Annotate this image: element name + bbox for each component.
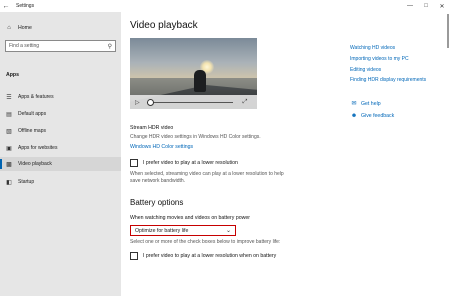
chevron-down-icon: ⌄ [225,228,231,234]
battery-label: When watching movies and videos on batte… [130,215,250,221]
sidebar: ⌂ Home Find a setting ⚲ Apps ☰ Apps & fe… [0,12,121,296]
checkbox-label: I prefer video to play at a lower resolu… [143,160,238,166]
video-progress-track[interactable] [146,98,233,106]
help-icon: ✉ [351,101,357,107]
video-person [194,70,206,92]
sidebar-item-startup[interactable]: ◧ Startup [0,175,121,189]
video-preview: ▷ ⤢ [130,38,257,109]
sidebar-home[interactable]: ⌂ Home [0,22,121,34]
search-input[interactable]: Find a setting ⚲ [5,40,116,52]
video-progress-thumb[interactable] [146,98,154,106]
sidebar-home-label: Home [18,25,32,31]
main-content: Video playback ▷ ⤢ Stream HDR video Chan… [121,0,450,296]
fullscreen-icon[interactable]: ⤢ [243,99,248,106]
battery-options-heading: Battery options [130,198,184,207]
stream-hdr-label: Stream HDR video [130,125,174,131]
search-placeholder: Find a setting [9,43,40,49]
lower-res-desc-2: save network bandwidth. [130,178,186,184]
website-icon: ▣ [6,145,12,152]
page-title: Video playback [130,20,198,31]
related-link-hdr-requirements[interactable]: Finding HDR display requirements [350,77,426,83]
give-feedback-label: Give feedback [361,113,395,119]
give-feedback-link[interactable]: ☻ Give feedback [350,113,394,119]
get-help-label: Get help [361,100,381,107]
related-link-importing-videos[interactable]: Importing videos to my PC [350,56,409,62]
hd-color-settings-link[interactable]: Windows HD Color settings [130,144,193,150]
battery-lower-res-checkbox[interactable]: I prefer video to play at a lower resolu… [130,252,276,260]
settings-window: ← Settings — □ ✕ ⌂ Home Find a setting ⚲… [0,0,450,296]
list-icon: ☰ [6,94,12,101]
checkbox-label: I prefer video to play at a lower resolu… [143,253,277,259]
map-icon: ▧ [6,128,12,135]
lower-res-desc-1: When selected, streaming video can play … [130,171,284,177]
sidebar-item-label: Default apps [18,111,47,117]
sidebar-item-label: Video playback [18,161,52,167]
default-apps-icon: ▤ [6,111,12,118]
sidebar-item-video-playback[interactable]: ▩ Video playback [0,157,121,171]
sidebar-item-offline-maps[interactable]: ▧ Offline maps [0,124,121,138]
get-help-link[interactable]: ✉ Get help [350,100,381,108]
battery-desc: Select one or more of the check boxes be… [130,239,281,245]
lower-res-checkbox[interactable]: I prefer video to play at a lower resolu… [130,159,238,167]
sidebar-item-label: Startup [18,179,35,185]
sidebar-item-label: Offline maps [18,128,46,134]
video-controls: ▷ ⤢ [130,95,257,109]
sidebar-item-label: Apps & features [18,94,54,100]
play-icon[interactable]: ▷ [135,99,140,106]
checkbox-box[interactable] [130,159,138,167]
sidebar-item-apps-features[interactable]: ☰ Apps & features [0,90,121,104]
related-link-hd-videos[interactable]: Watching HD videos [350,45,395,51]
stream-hdr-desc: Change HDR video settings in Windows HD … [130,134,261,140]
home-icon: ⌂ [7,25,11,31]
search-icon: ⚲ [107,43,112,50]
battery-dropdown[interactable]: Optimize for battery life ⌄ [130,225,236,236]
sidebar-item-apps-for-websites[interactable]: ▣ Apps for websites [0,141,121,155]
video-icon: ▩ [6,161,12,168]
dropdown-value: Optimize for battery life [135,227,189,234]
startup-icon: ◧ [6,179,12,186]
back-icon[interactable]: ← [0,0,12,12]
scrollbar[interactable] [447,14,449,48]
related-link-editing-videos[interactable]: Editing videos [350,67,381,73]
checkbox-box[interactable] [130,252,138,260]
window-title: Settings [16,3,35,9]
sidebar-heading: Apps [6,72,19,78]
feedback-icon: ☻ [350,113,358,119]
sidebar-item-default-apps[interactable]: ▤ Default apps [0,107,121,121]
sidebar-item-label: Apps for websites [18,145,58,151]
